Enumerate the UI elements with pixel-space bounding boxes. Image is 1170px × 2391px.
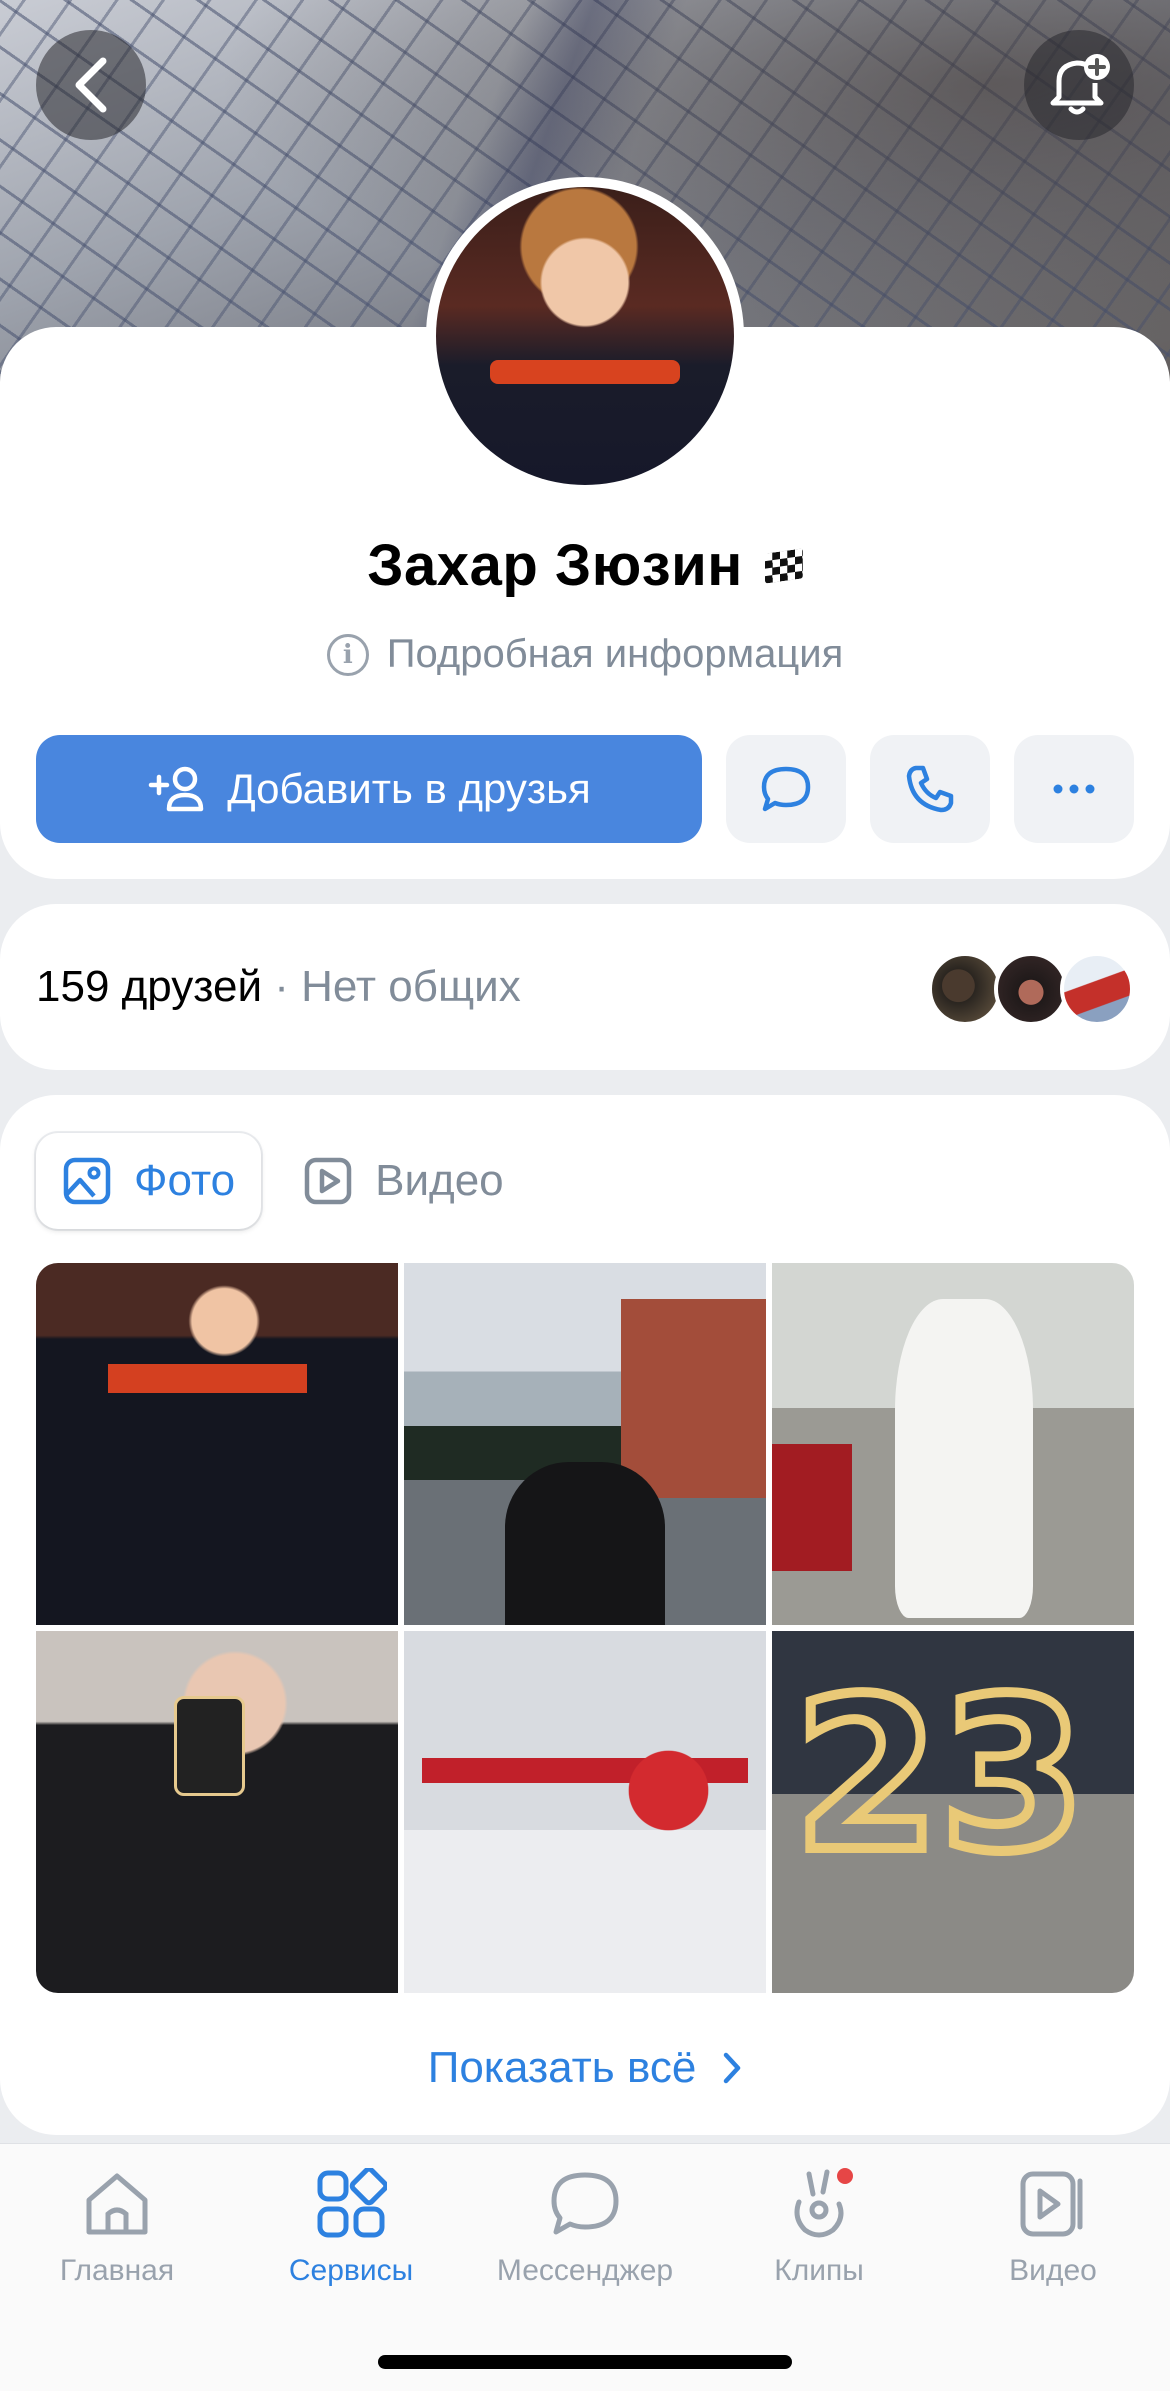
nav-clips[interactable]: Клипы [709, 2164, 929, 2288]
tab-videos-label: Видео [375, 1156, 504, 1205]
nav-home-label: Главная [59, 2254, 175, 2287]
photo-thumbnail[interactable] [772, 1263, 1134, 1625]
media-card: Фото Видео Показать всё [0, 1095, 1170, 2135]
friend-avatars [928, 952, 1134, 1026]
chevron-right-icon [724, 2052, 741, 2084]
avatar-photo [436, 187, 734, 485]
photo-thumbnail[interactable] [36, 1263, 398, 1625]
tab-videos[interactable]: Видео [295, 1133, 530, 1229]
details-label: Подробная информация [386, 632, 844, 676]
media-tabs: Фото Видео [36, 1133, 530, 1229]
checkered-flag-icon[interactable] [764, 547, 803, 584]
add-friend-label: Добавить в друзья [227, 765, 591, 812]
messenger-icon [551, 2172, 619, 2235]
chevron-left-icon [75, 57, 107, 113]
details-link[interactable]: i Подробная информация [0, 632, 1170, 677]
friend-avatar [994, 952, 1068, 1026]
profile-name: Захар Зюзин [367, 533, 743, 598]
tab-photos-label: Фото [134, 1156, 236, 1205]
nav-video[interactable]: Видео [943, 2164, 1163, 2288]
bottom-navigation: Главная Сервисы Мессенджер Клипы Видео [0, 2143, 1170, 2391]
photo-thumbnail[interactable] [404, 1263, 766, 1625]
show-all-label: Показать всё [427, 2043, 697, 2092]
profile-avatar[interactable] [426, 177, 744, 495]
nav-messenger-label: Мессенджер [496, 2254, 674, 2287]
photo-thumbnail[interactable] [36, 1631, 398, 1993]
message-button[interactable] [726, 735, 846, 843]
photo-icon [63, 1157, 111, 1205]
chat-bubble-icon [761, 766, 811, 812]
mutual-friends: · Нет общих [262, 962, 521, 1011]
bell-plus-icon [1050, 54, 1110, 115]
subscribe-notifications-button[interactable] [1024, 30, 1134, 140]
name-row: Захар Зюзин [0, 532, 1170, 599]
nav-messenger[interactable]: Мессенджер [475, 2164, 695, 2288]
add-user-icon [148, 766, 204, 812]
more-dots-icon [1053, 784, 1095, 794]
nav-video-label: Видео [1009, 2254, 1097, 2287]
back-button[interactable] [36, 30, 146, 140]
friend-avatar [1060, 952, 1134, 1026]
home-icon [86, 2173, 148, 2235]
add-friend-button[interactable]: Добавить в друзья [36, 735, 702, 843]
friends-summary: 159 друзей · Нет общих [36, 962, 521, 1012]
new-clips-badge [837, 2168, 853, 2184]
show-all-button[interactable]: Показать всё [0, 2043, 1170, 2093]
photo-thumbnail[interactable] [772, 1631, 1134, 1993]
nav-services-label: Сервисы [288, 2254, 414, 2287]
photo-thumbnail[interactable] [404, 1631, 766, 1993]
friend-avatar [928, 952, 1002, 1026]
call-button[interactable] [870, 735, 990, 843]
nav-clips-label: Клипы [774, 2254, 864, 2287]
services-icon [317, 2168, 387, 2238]
more-button[interactable] [1014, 735, 1134, 843]
video-play-icon [1020, 2171, 1083, 2237]
home-indicator[interactable] [378, 2355, 792, 2369]
nav-services[interactable]: Сервисы [241, 2164, 461, 2288]
phone-icon [906, 765, 954, 813]
friends-count: 159 друзей [36, 962, 263, 1011]
photo-grid [36, 1263, 1134, 1993]
video-icon [304, 1157, 352, 1205]
nav-home[interactable]: Главная [7, 2164, 227, 2288]
friends-card[interactable]: 159 друзей · Нет общих [0, 904, 1170, 1070]
info-icon: i [326, 633, 369, 676]
profile-actions: Добавить в друзья [36, 735, 1134, 843]
tab-photos[interactable]: Фото [36, 1133, 262, 1229]
